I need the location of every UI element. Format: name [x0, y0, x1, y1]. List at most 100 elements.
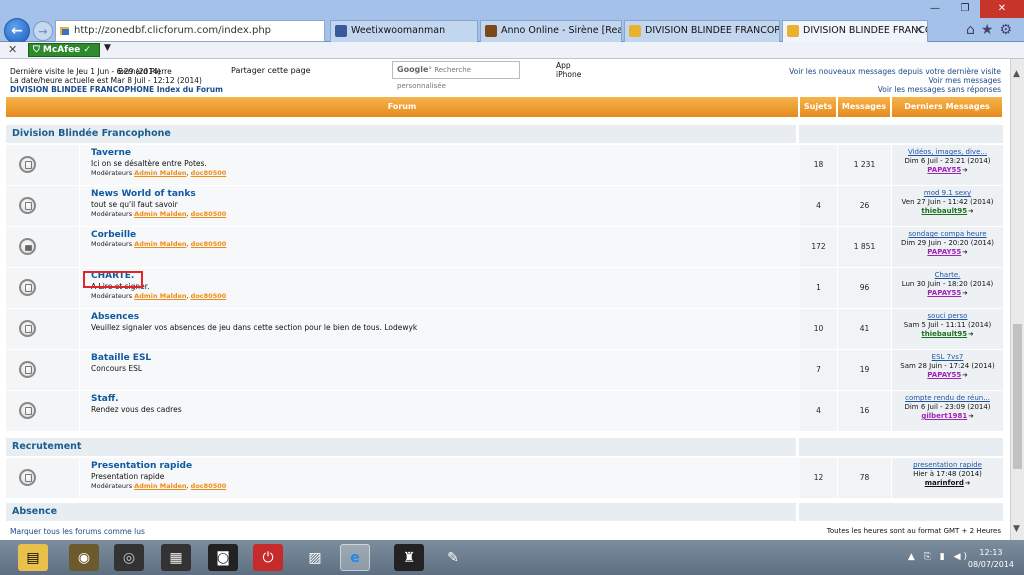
tab-facebook[interactable]: Weetixwoomanman [330, 20, 478, 42]
last-topic-link[interactable]: mod 9.1 sexy [892, 189, 1003, 198]
last-user-link[interactable]: thiebault95 [921, 330, 967, 338]
forward-button[interactable]: → [33, 21, 53, 41]
mark-all-read-link[interactable]: Marquer tous les forums comme lus [10, 527, 145, 536]
go-to-post-icon[interactable]: ➔ [962, 166, 967, 175]
messages-count: 78 [838, 458, 891, 498]
messages-count: 19 [838, 350, 891, 390]
scroll-thumb[interactable] [1013, 324, 1022, 469]
scroll-down-icon[interactable]: ▼ [1013, 524, 1020, 534]
forum-info: Presentation rapide Presentation rapide Mo… [80, 458, 800, 498]
moderator-link[interactable]: doc80500 [191, 292, 227, 300]
facebook-icon [335, 25, 347, 37]
tab-division-active[interactable]: DIVISION BLINDEE FRANCO... ✕ [782, 20, 928, 42]
tab-division-1[interactable]: DIVISION BLINDEE FRANCOPH... [624, 20, 780, 42]
messages-count: 1 231 [838, 145, 891, 185]
speaker-app-icon[interactable]: ◎ [114, 544, 144, 571]
power-app-icon[interactable]: ⏻ [253, 544, 283, 571]
last-topic-link[interactable]: presentation rapide [892, 461, 1003, 470]
google-search-input[interactable]: Google° Recherche personnalisée [392, 61, 520, 90]
forum-icon-cell [6, 391, 80, 431]
forum-title-link[interactable]: Presentation rapide [91, 461, 192, 471]
go-to-post-icon[interactable]: ➔ [968, 412, 973, 421]
forum-title-link[interactable]: Absences [91, 312, 139, 322]
category-header[interactable]: Recrutement [6, 438, 796, 456]
app-icon-1[interactable]: ◉ [69, 544, 99, 571]
forum-index-link[interactable]: DIVISION BLINDEE FRANCOPHONE Index du Fo… [10, 85, 223, 94]
go-to-post-icon[interactable]: ➔ [965, 479, 970, 488]
last-user-link[interactable]: thiebault95 [921, 207, 967, 215]
go-to-post-icon[interactable]: ➔ [968, 330, 973, 339]
last-topic-link[interactable]: compte rendu de réun... [892, 394, 1003, 403]
moderator-link[interactable]: Admin Malden [134, 482, 186, 490]
home-icon[interactable]: ⌂ [966, 22, 981, 38]
last-user-link[interactable]: PAPAY55 [927, 289, 961, 297]
go-to-post-icon[interactable]: ➔ [962, 371, 967, 380]
last-topic-link[interactable]: souci perso [892, 312, 1003, 321]
tab-close-icon[interactable]: ✕ [915, 21, 923, 41]
last-message-date: Dim 6 Juil - 23:09 (2014) [904, 403, 991, 411]
my-messages-link[interactable]: Voir mes messages [789, 76, 1001, 85]
system-clock[interactable]: 12:13 08/07/2014 [968, 547, 1014, 571]
scroll-up-icon[interactable]: ▲ [1013, 69, 1020, 79]
last-user-link[interactable]: PAPAY55 [927, 166, 961, 174]
last-topic-link[interactable]: sondage compa heure [892, 230, 1003, 239]
forum-header: Dernière visite le Jeu 1 Jun - 6:29 (201… [0, 59, 1010, 97]
settings-gear-icon[interactable]: ⚙ [999, 22, 1018, 38]
moderator-link[interactable]: Admin Malden [134, 292, 186, 300]
last-topic-link[interactable]: ESL 7vs7 [892, 353, 1003, 362]
moderator-link[interactable]: doc80500 [191, 482, 227, 490]
new-messages-link[interactable]: Voir les nouveaux messages depuis votre … [789, 67, 1001, 76]
favorites-star-icon[interactable]: ★ [981, 22, 1000, 38]
forum-info: CHARTE. A Lire et signer. Modérateurs Admi… [80, 268, 800, 308]
moderator-link[interactable]: doc80500 [191, 240, 227, 248]
moderator-link[interactable]: Admin Malden [134, 169, 186, 177]
game-app-icon[interactable]: ♜ [394, 544, 424, 571]
forum-moderators: Modérateurs Admin Malden, doc80500 [91, 482, 227, 490]
category-header-fill [799, 125, 1003, 143]
unanswered-link[interactable]: Voir les messages sans réponses [789, 85, 1001, 94]
message-links: Voir les nouveaux messages depuis votre … [789, 67, 1001, 94]
last-user-link[interactable]: marinford [925, 479, 964, 487]
file-explorer-icon[interactable]: ▤ [18, 544, 48, 571]
category-header[interactable]: Absence [6, 503, 796, 521]
media-icon[interactable]: ▨ [300, 544, 330, 571]
last-user-link[interactable]: PAPAY55 [927, 371, 961, 379]
last-user-link[interactable]: PAPAY55 [927, 248, 961, 256]
forum-moderators: Modérateurs Admin Malden, doc80500 [91, 292, 227, 300]
last-user-link[interactable]: gilbert1981 [921, 412, 967, 420]
moderator-link[interactable]: Admin Malden [134, 240, 186, 248]
forum-title-link[interactable]: Staff. [91, 394, 119, 404]
internet-explorer-icon[interactable]: e [340, 544, 370, 571]
messages-count: 26 [838, 186, 891, 226]
maximize-button[interactable]: ❐ [950, 0, 980, 18]
minimize-button[interactable]: — [920, 0, 950, 18]
address-bar[interactable]: http://zonedbf.clicforum.com/index.php ⌕… [55, 20, 325, 42]
mcafee-dropdown-icon[interactable]: ▼ [104, 43, 111, 53]
paint-icon[interactable]: ✎ [438, 544, 468, 571]
page-scrollbar[interactable]: ▲ ▼ [1010, 59, 1024, 540]
last-topic-link[interactable]: Vidéos, images, dive... [892, 148, 1003, 157]
calculator-icon[interactable]: ▦ [161, 544, 191, 571]
iphone-app-link[interactable]: App iPhone [556, 61, 581, 79]
go-to-post-icon[interactable]: ➔ [962, 248, 967, 257]
tab-anno[interactable]: Anno Online - Sirène [Realm 1] [480, 20, 622, 42]
forum-title-link[interactable]: News World of tanks [91, 189, 196, 199]
category-header[interactable]: Division Blindée Francophone [6, 125, 796, 143]
moderator-link[interactable]: doc80500 [191, 169, 227, 177]
moderator-link[interactable]: Admin Malden [134, 210, 186, 218]
back-button[interactable]: ← [4, 18, 30, 44]
messages-column-header: Messages [838, 97, 891, 117]
close-toolbar-icon[interactable]: ✕ [8, 43, 17, 56]
go-to-post-icon[interactable]: ➔ [962, 289, 967, 298]
system-tray-icons[interactable]: ▲ ⎘ ▮ ◀) [908, 552, 970, 562]
close-window-button[interactable]: ✕ [980, 0, 1024, 18]
mcafee-button[interactable]: ⛉ McAfee ✓ [28, 43, 100, 57]
forum-title-link[interactable]: Corbeille [91, 230, 136, 240]
moderator-link[interactable]: doc80500 [191, 210, 227, 218]
forum-title-link[interactable]: Taverne [91, 148, 131, 158]
last-topic-link[interactable]: Charte. [892, 271, 1003, 280]
go-to-post-icon[interactable]: ➔ [968, 207, 973, 216]
share-page-link[interactable]: Partager cette page [231, 66, 311, 75]
app-icon-2[interactable]: ◙ [208, 544, 238, 571]
forum-title-link[interactable]: Bataille ESL [91, 353, 151, 363]
